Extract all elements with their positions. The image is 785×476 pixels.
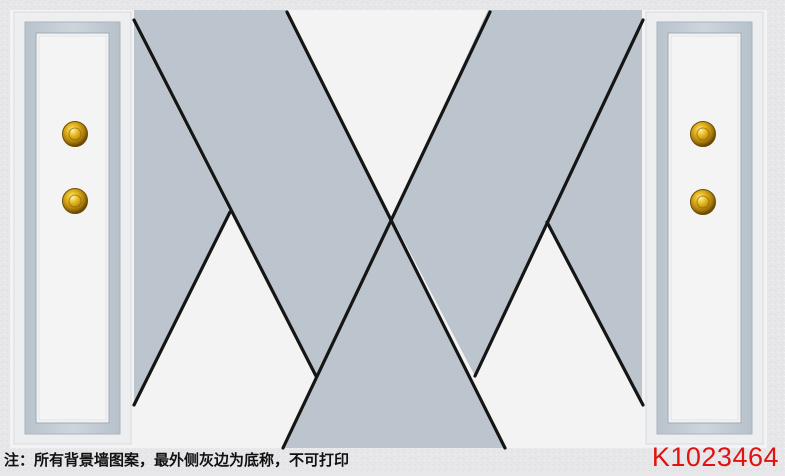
product-code: K1023464 bbox=[651, 442, 779, 472]
right-side-panel bbox=[645, 11, 764, 445]
gold-knob bbox=[62, 188, 88, 214]
gold-knob bbox=[690, 189, 716, 215]
left-side-panel bbox=[13, 11, 132, 445]
footer-note: 注：所有背景墙图案，最外侧灰边为底称，不可打印 bbox=[4, 451, 350, 469]
wallpaper-design: 注：所有背景墙图案，最外侧灰边为底称，不可打印 K1023464 bbox=[0, 0, 785, 472]
gold-knob bbox=[62, 121, 88, 147]
wallpaper-artwork bbox=[0, 0, 785, 472]
gold-knob bbox=[690, 121, 716, 147]
